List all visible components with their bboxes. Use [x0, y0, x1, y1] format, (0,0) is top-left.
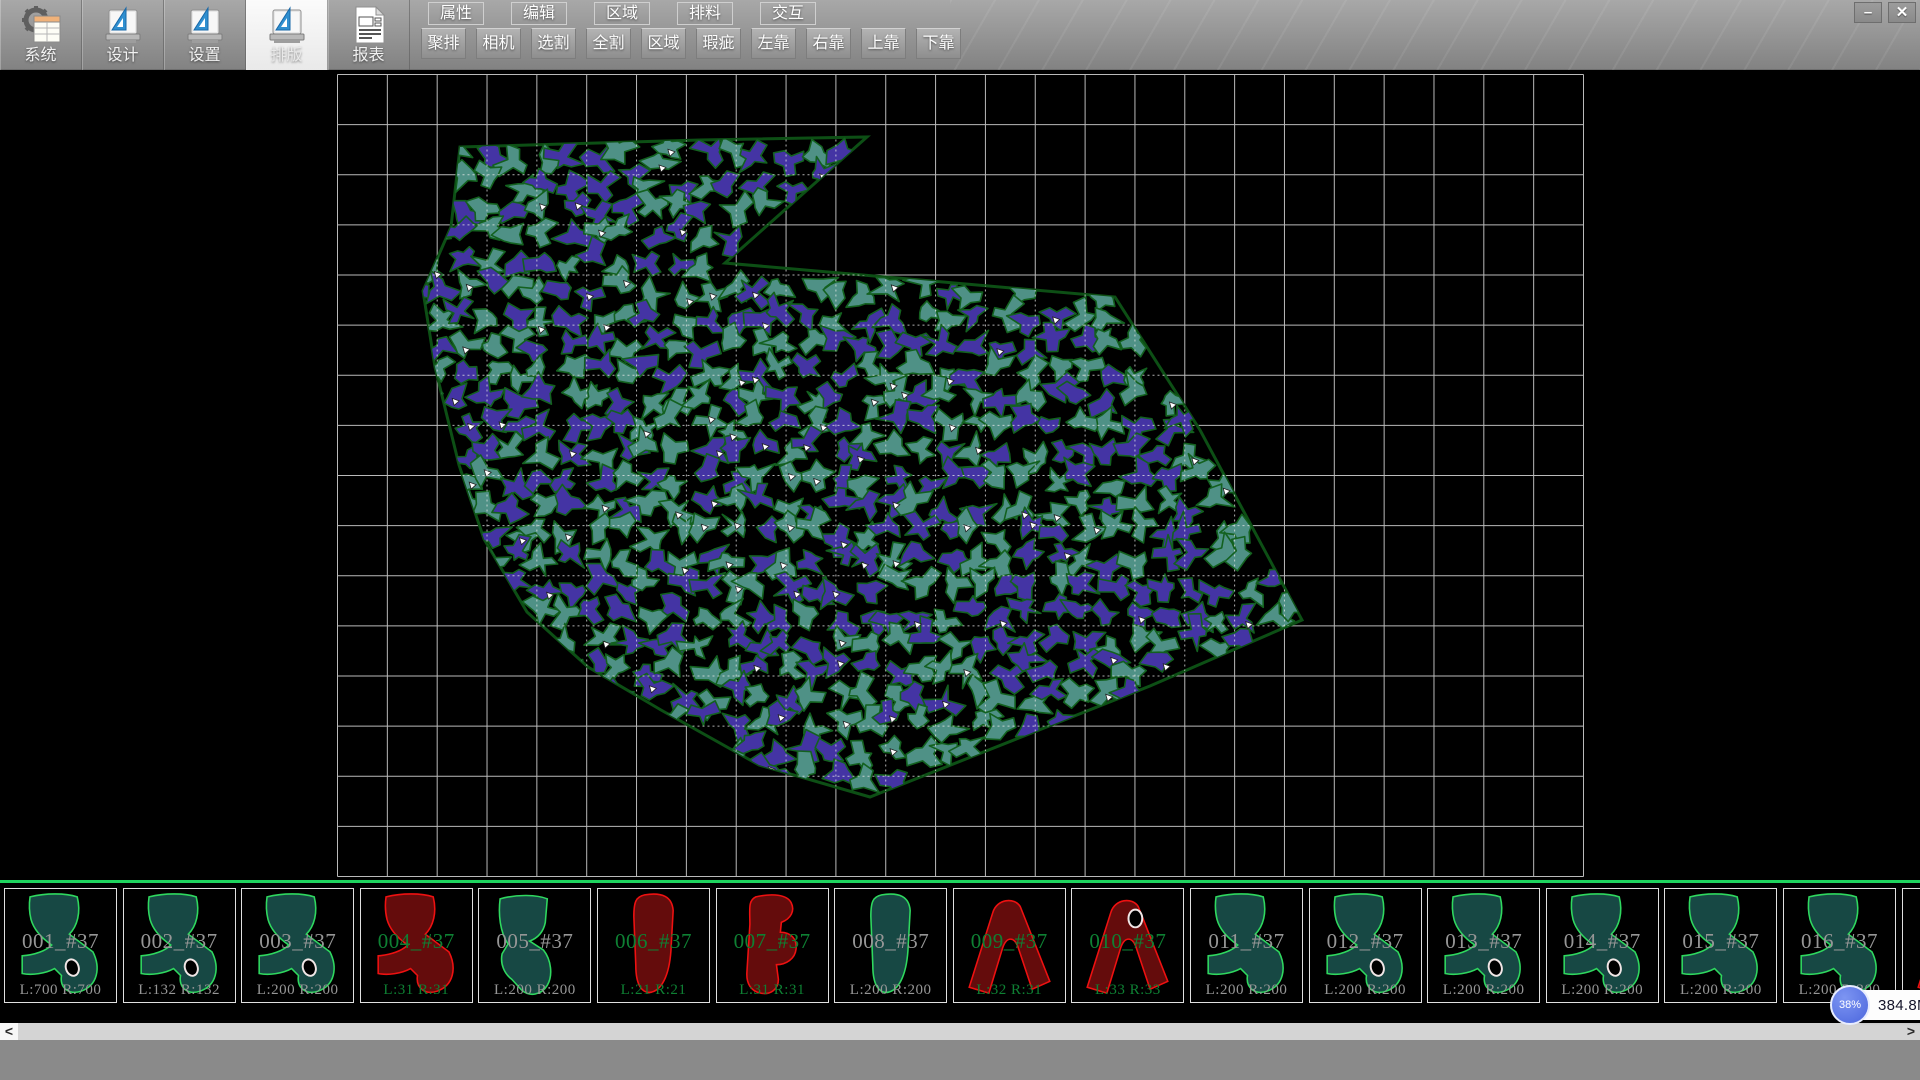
thumbnail-011_#37[interactable]: 011_#37 L:200 R:200 [1190, 888, 1303, 1003]
thumbnail-label: 005_#37 [479, 929, 590, 954]
tool-button-10[interactable]: 下靠 [916, 28, 961, 59]
tool-button-3[interactable]: 选割 [531, 28, 576, 59]
thumbnail-lr-count: L:31 R:31 [717, 982, 828, 999]
thumbnail-label: 008_#37 [835, 929, 946, 954]
scroll-left-arrow-icon[interactable]: < [0, 1023, 18, 1040]
scroll-right-arrow-icon[interactable]: > [1902, 1023, 1920, 1040]
minimize-button[interactable]: – [1854, 2, 1882, 23]
thumbnail-001_#37[interactable]: 001_#37 L:700 R:700 [4, 888, 117, 1003]
thumbnail-003_#37[interactable]: 003_#37 L:200 R:200 [241, 888, 354, 1003]
thumbnail-lr-count: L:200 R:200 [479, 982, 590, 999]
ribbon-button-4[interactable]: 排版 [246, 0, 328, 70]
report-page-icon [347, 3, 391, 47]
thumbnail-label: 011_#37 [1191, 929, 1302, 954]
ribbon-button-5[interactable]: 报表 [328, 0, 410, 70]
thumbnail-002_#37[interactable]: 002_#37 L:132 R:132 [123, 888, 236, 1003]
toolbar-texture [950, 0, 1920, 70]
ribbon-button-1[interactable]: 系统 [0, 0, 82, 70]
thumbnail-lr-count: L:132 R:132 [124, 982, 235, 999]
thumbnail-lr-count: L:32 R:31 [954, 982, 1065, 999]
tool-button-row: 聚排相机选割全割区域瑕疵左靠右靠上靠下靠 [421, 28, 961, 59]
thumbnail-lr-count: L:700 R:700 [5, 982, 116, 999]
thumbnail-016_#37[interactable]: 016_#37L:200 R:200 [1783, 888, 1896, 1003]
horizontal-scrollbar[interactable]: < > [0, 1023, 1920, 1040]
menu-tab-4[interactable]: 排料 [677, 2, 733, 25]
ribbon-big-buttons: 系统 设计 设置 排版 报表 [0, 0, 410, 70]
menu-tab-2[interactable]: 编辑 [511, 2, 567, 25]
tool-button-1[interactable]: 聚排 [421, 28, 466, 59]
thumbnail-004_#37[interactable]: 004_#37 L:31 R:31 [360, 888, 473, 1003]
thumbnail-label: 001_#37 [5, 929, 116, 954]
thumbnail-014_#37[interactable]: 014_#37 L:200 R:200 [1546, 888, 1659, 1003]
memory-value: 384.8M [1878, 997, 1920, 1014]
close-button[interactable]: ✕ [1888, 2, 1916, 23]
thumbnail-label: 014_#37 [1547, 929, 1658, 954]
nesting-canvas[interactable] [0, 70, 1920, 880]
menu-tab-3[interactable]: 区域 [594, 2, 650, 25]
thumbnail-015_#37[interactable]: 015_#37 L:200 R:200 [1664, 888, 1777, 1003]
thumbnail-012_#37[interactable]: 012_#37 L:200 R:200 [1309, 888, 1422, 1003]
application-window: 系统设计设置排版报表 属性编辑区域排料交互 聚排相机选割全割区域瑕疵左靠右靠上靠… [0, 0, 1920, 1080]
thumbnail-label: 015_#37 [1665, 929, 1776, 954]
thumbnail-label: 010_#37 [1072, 929, 1183, 954]
tool-button-7[interactable]: 左靠 [751, 28, 796, 59]
system-gear-icon [19, 3, 63, 47]
thumbnail-lr-count: L:200 R:200 [1310, 982, 1421, 999]
thumbnail-lr-count: L:200 R:200 [1191, 982, 1302, 999]
thumbnail-label: 003_#37 [242, 929, 353, 954]
thumbnail-lr-count: L:200 R:200 [242, 982, 353, 999]
tool-button-5[interactable]: 区域 [641, 28, 686, 59]
ribbon-button-label: 设置 [188, 47, 220, 65]
piece-thumbnail-strip: 001_#37 L:700 R:700 002_#37 L:132 R:132 003_… [0, 880, 1920, 1006]
menu-tab-1[interactable]: 属性 [428, 2, 484, 25]
thumbnail-label: 007_#37 [717, 929, 828, 954]
tool-button-9[interactable]: 上靠 [861, 28, 906, 59]
progress-circle: 38% [1830, 985, 1870, 1025]
ribbon-button-label: 设计 [106, 47, 138, 65]
thumbnail-label: 002_#37 [124, 929, 235, 954]
thumbnail-006_#37[interactable]: 006_#37 L:21 R:21 [597, 888, 710, 1003]
thumbnail-008_#37[interactable]: 008_#37 L:200 R:200 [834, 888, 947, 1003]
thumbnail-007_#37[interactable]: 007_#37 L:31 R:31 [716, 888, 829, 1003]
menu-tab-5[interactable]: 交互 [760, 2, 816, 25]
ribbon-button-3[interactable]: 设置 [164, 0, 246, 70]
thumbnail-lr-count: L:200 R:200 [1547, 982, 1658, 999]
design-ruler-icon [101, 3, 145, 47]
ribbon-button-label: 排版 [270, 47, 302, 65]
thumbnail-label: 017_#37 [1903, 929, 1920, 954]
thumbnail-013_#37[interactable]: 013_#37 L:200 R:200 [1427, 888, 1540, 1003]
ribbon-button-label: 系统 [24, 47, 56, 65]
ribbon-button-label: 报表 [352, 47, 384, 65]
thumbnail-lr-count: L:33 R:33 [1072, 982, 1183, 999]
thumbnail-lr-count: L:21 R:21 [598, 982, 709, 999]
thumbnail-010_#37[interactable]: 010_#37 L:33 R:33 [1071, 888, 1184, 1003]
thumbnail-lr-count: L:200 R:200 [1665, 982, 1776, 999]
tool-button-2[interactable]: 相机 [476, 28, 521, 59]
bottom-status-band [0, 1040, 1920, 1080]
thumbnail-label: 004_#37 [361, 929, 472, 954]
thumbnail-009_#37[interactable]: 009_#37 L:32 R:31 [953, 888, 1066, 1003]
thumbnail-label: 006_#37 [598, 929, 709, 954]
thumbnail-label: 016_#37 [1784, 929, 1895, 954]
thumbnail-label: 013_#37 [1428, 929, 1539, 954]
tool-button-4[interactable]: 全割 [586, 28, 631, 59]
thumbnail-lr-count: L:31 R:31 [361, 982, 472, 999]
thumbnail-005_#37[interactable]: 005_#37 L:200 R:200 [478, 888, 591, 1003]
thumbnail-lr-count: L:200 R:200 [1428, 982, 1539, 999]
thumbnail-label: 009_#37 [954, 929, 1065, 954]
ribbon-button-2[interactable]: 设计 [82, 0, 164, 70]
settings-ruler-icon [183, 3, 227, 47]
thumbnail-lr-count: L:200 R:200 [835, 982, 946, 999]
thumbnail-017_#37[interactable]: 017_#37L:33 R:33 [1902, 888, 1920, 1003]
thumbnail-label: 012_#37 [1310, 929, 1421, 954]
nesting-ruler-icon [265, 3, 309, 47]
progress-percent: 38% [1839, 999, 1861, 1011]
menu-tab-row: 属性 编辑 区域 排料 交互 [428, 2, 816, 26]
main-toolbar: 系统设计设置排版报表 属性编辑区域排料交互 聚排相机选割全割区域瑕疵左靠右靠上靠… [0, 0, 1920, 70]
tool-button-6[interactable]: 瑕疵 [696, 28, 741, 59]
tool-button-8[interactable]: 右靠 [806, 28, 851, 59]
window-controls: – ✕ [1854, 2, 1916, 23]
